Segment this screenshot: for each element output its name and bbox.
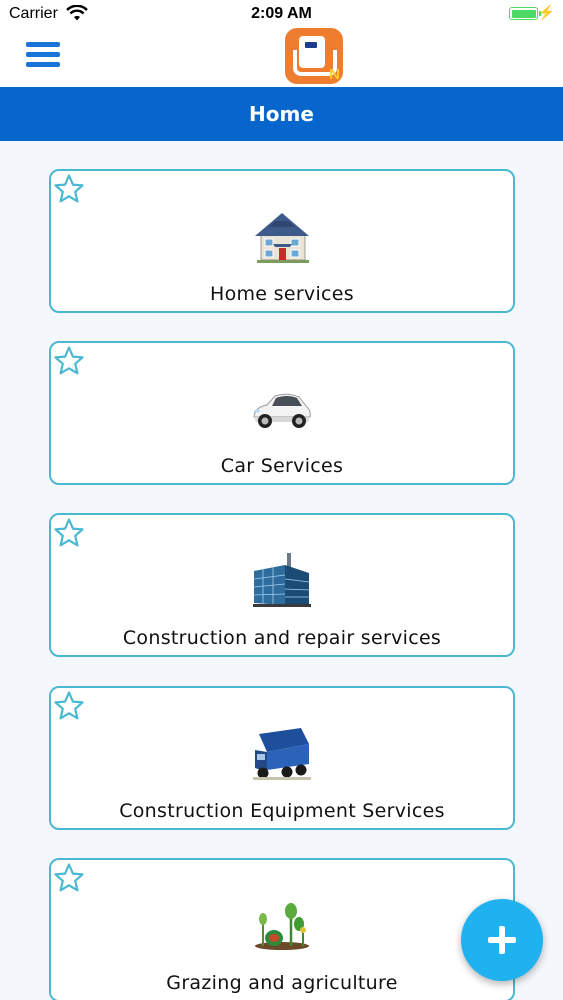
clock: 2:09 AM bbox=[251, 5, 312, 22]
category-card-construction-equipment[interactable]: Construction Equipment Services bbox=[49, 686, 515, 830]
truck-icon bbox=[253, 728, 311, 780]
category-label: Construction and repair services bbox=[122, 627, 442, 649]
nav-bar: N bbox=[0, 28, 563, 87]
category-list: Home services Car Services Construction … bbox=[0, 141, 563, 1000]
logo-letter: N bbox=[329, 66, 340, 83]
star-icon[interactable] bbox=[53, 173, 85, 205]
car-icon bbox=[253, 393, 311, 428]
star-icon[interactable] bbox=[53, 690, 85, 722]
star-icon[interactable] bbox=[53, 345, 85, 377]
add-button[interactable] bbox=[461, 899, 543, 981]
hamburger-menu-icon[interactable] bbox=[26, 42, 60, 70]
category-card-car-services[interactable]: Car Services bbox=[49, 341, 515, 485]
category-card-home-services[interactable]: Home services bbox=[49, 169, 515, 313]
building-icon bbox=[253, 553, 311, 607]
house-icon bbox=[255, 213, 309, 263]
app-logo: N bbox=[285, 28, 343, 84]
category-label: Grazing and agriculture bbox=[166, 972, 398, 994]
star-icon[interactable] bbox=[53, 862, 85, 894]
page-title-bar: Home bbox=[0, 87, 563, 141]
category-label: Car Services bbox=[220, 455, 344, 477]
charging-icon: ⚡ bbox=[537, 4, 555, 20]
category-card-grazing-agriculture[interactable]: Grazing and agriculture bbox=[49, 858, 515, 1000]
category-card-construction-repair[interactable]: Construction and repair services bbox=[49, 513, 515, 657]
status-bar: Carrier 2:09 AM ⚡ bbox=[0, 0, 563, 28]
plants-icon bbox=[255, 903, 309, 950]
category-label: Construction Equipment Services bbox=[119, 800, 445, 822]
page-title: Home bbox=[249, 102, 314, 126]
category-label: Home services bbox=[209, 283, 354, 305]
battery-full-icon bbox=[509, 7, 541, 20]
star-icon[interactable] bbox=[53, 517, 85, 549]
